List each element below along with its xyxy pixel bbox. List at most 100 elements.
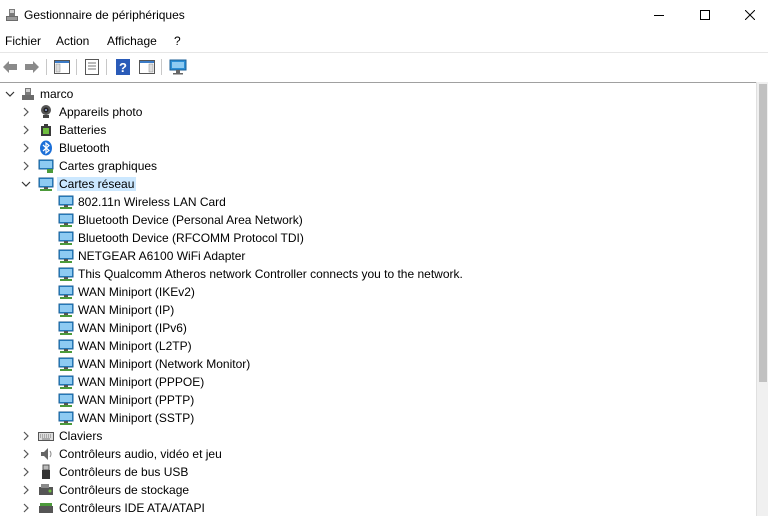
- network-device-item[interactable]: WAN Miniport (Network Monitor): [0, 355, 756, 373]
- network-device-item[interactable]: Bluetooth Device (RFCOMM Protocol TDI): [0, 229, 756, 247]
- menu-help[interactable]: ?: [174, 34, 181, 48]
- storage-controller-icon: [39, 484, 53, 495]
- network-device-item[interactable]: NETGEAR A6100 WiFi Adapter: [0, 247, 756, 265]
- back-button[interactable]: [0, 57, 20, 77]
- tree-category-appareils-photo[interactable]: Appareils photo: [0, 103, 756, 121]
- tree-category-cartes-graphiques[interactable]: Cartes graphiques: [0, 157, 756, 175]
- help-icon: ?: [116, 59, 130, 75]
- keyboard-icon: [38, 432, 54, 441]
- network-device-item[interactable]: WAN Miniport (PPPOE): [0, 373, 756, 391]
- network-device-item[interactable]: WAN Miniport (SSTP): [0, 409, 756, 427]
- camera-icon: [41, 105, 51, 118]
- category-label: Claviers: [59, 429, 103, 443]
- menu-bar: Fichier Action Affichage ?: [0, 30, 768, 52]
- collapse-chevron-icon[interactable]: [20, 178, 32, 190]
- network-device-item[interactable]: WAN Miniport (IKEv2): [0, 283, 756, 301]
- console-tree-button[interactable]: [52, 57, 72, 77]
- help-button[interactable]: ?: [113, 57, 133, 77]
- category-label: Contrôleurs IDE ATA/ATAPI: [59, 501, 205, 515]
- properties-button[interactable]: [82, 57, 102, 77]
- network-adapter-icon: [58, 321, 74, 335]
- network-adapter-icon: [58, 357, 74, 371]
- vertical-scrollbar[interactable]: [756, 82, 768, 516]
- network-adapter-icon: [58, 213, 74, 227]
- tree-category-controleurs-usb[interactable]: Contrôleurs de bus USB: [0, 463, 756, 481]
- toolbar: ?: [0, 52, 768, 80]
- usb-icon: [42, 464, 50, 479]
- expand-chevron-icon[interactable]: [20, 502, 32, 514]
- tree-root[interactable]: marco: [0, 85, 756, 103]
- forward-button[interactable]: [22, 57, 42, 77]
- tree-category-controleurs-ide[interactable]: Contrôleurs IDE ATA/ATAPI: [0, 499, 756, 516]
- network-device-label: WAN Miniport (PPTP): [78, 393, 195, 407]
- maximize-icon: [700, 10, 710, 20]
- network-device-label: WAN Miniport (L2TP): [78, 339, 192, 353]
- expand-chevron-icon[interactable]: [20, 430, 32, 442]
- network-device-label: This Qualcomm Atheros network Controller…: [78, 267, 463, 281]
- action-pane-icon: [139, 60, 155, 74]
- title-bar: Gestionnaire de périphériques: [0, 0, 768, 30]
- expand-chevron-icon[interactable]: [20, 484, 32, 496]
- network-device-item[interactable]: WAN Miniport (L2TP): [0, 337, 756, 355]
- expand-chevron-icon[interactable]: [20, 466, 32, 478]
- network-device-item[interactable]: WAN Miniport (IP): [0, 301, 756, 319]
- minimize-button[interactable]: [636, 0, 682, 30]
- network-device-item[interactable]: 802.11n Wireless LAN Card: [0, 193, 756, 211]
- tree-category-controleurs-audio[interactable]: Contrôleurs audio, vidéo et jeu: [0, 445, 756, 463]
- network-device-label: Bluetooth Device (RFCOMM Protocol TDI): [78, 231, 304, 245]
- network-device-label: WAN Miniport (SSTP): [78, 411, 195, 425]
- network-device-label: WAN Miniport (IP): [78, 303, 175, 317]
- tree-category-bluetooth[interactable]: Bluetooth: [0, 139, 756, 157]
- toolbar-separator: [161, 59, 162, 75]
- network-device-label: Bluetooth Device (Personal Area Network): [78, 213, 303, 227]
- window-title: Gestionnaire de périphériques: [24, 8, 185, 22]
- properties-icon: [85, 59, 99, 75]
- ide-controller-icon: [39, 503, 53, 513]
- scan-hardware-button[interactable]: [168, 57, 188, 77]
- svg-text:?: ?: [119, 60, 127, 75]
- category-label: Cartes réseau: [57, 177, 137, 191]
- expand-chevron-icon[interactable]: [20, 142, 32, 154]
- network-device-label: 802.11n Wireless LAN Card: [78, 195, 226, 209]
- network-adapter-icon: [58, 411, 74, 425]
- expand-chevron-icon[interactable]: [20, 124, 32, 136]
- battery-icon: [41, 124, 51, 136]
- menu-affichage[interactable]: Affichage: [107, 34, 157, 48]
- action-pane-button[interactable]: [137, 57, 157, 77]
- network-device-item[interactable]: WAN Miniport (IPv6): [0, 319, 756, 337]
- forward-icon: [25, 61, 39, 73]
- close-button[interactable]: [727, 0, 768, 30]
- monitor-icon: [169, 59, 187, 75]
- tree-category-cartes-reseau[interactable]: Cartes réseau: [0, 175, 756, 193]
- network-adapter-icon: [58, 393, 74, 407]
- expand-chevron-icon[interactable]: [20, 106, 32, 118]
- tree-category-batteries[interactable]: Batteries: [0, 121, 756, 139]
- network-device-label: NETGEAR A6100 WiFi Adapter: [78, 249, 246, 263]
- network-adapter-icon: [58, 249, 74, 263]
- network-device-item[interactable]: WAN Miniport (PPTP): [0, 391, 756, 409]
- category-label: Cartes graphiques: [59, 159, 158, 173]
- category-label: Appareils photo: [59, 105, 143, 119]
- computer-icon: [22, 88, 34, 100]
- scrollbar-thumb[interactable]: [759, 84, 767, 382]
- expand-chevron-icon[interactable]: [20, 448, 32, 460]
- minimize-icon: [654, 15, 664, 16]
- network-adapter-icon: [58, 375, 74, 389]
- network-device-label: WAN Miniport (PPPOE): [78, 375, 205, 389]
- menu-fichier[interactable]: Fichier: [5, 34, 41, 48]
- network-device-item[interactable]: This Qualcomm Atheros network Controller…: [0, 265, 756, 283]
- collapse-chevron-icon[interactable]: [4, 88, 16, 100]
- toolbar-separator: [46, 59, 47, 75]
- bluetooth-icon: [40, 140, 52, 156]
- network-adapter-icon: [58, 303, 74, 317]
- tree-category-controleurs-stockage[interactable]: Contrôleurs de stockage: [0, 481, 756, 499]
- device-manager-icon: [6, 9, 18, 21]
- maximize-button[interactable]: [682, 0, 728, 30]
- network-device-label: WAN Miniport (IKEv2): [78, 285, 195, 299]
- expand-chevron-icon[interactable]: [20, 160, 32, 172]
- device-tree[interactable]: marco Appareils photo Batteries Bluetoot…: [0, 82, 756, 516]
- network-device-item[interactable]: Bluetooth Device (Personal Area Network): [0, 211, 756, 229]
- menu-action[interactable]: Action: [56, 34, 89, 48]
- network-adapter-icon: [58, 231, 74, 245]
- tree-category-claviers[interactable]: Claviers: [0, 427, 756, 445]
